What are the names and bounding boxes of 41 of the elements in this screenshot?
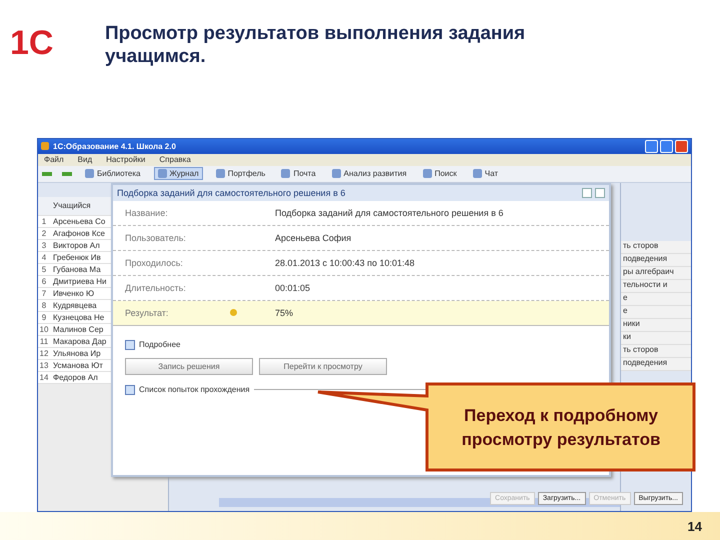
field-value: 00:01:05	[275, 282, 310, 293]
field-value: 75%	[275, 308, 294, 318]
column-header: Учащийся	[52, 201, 91, 210]
callout-text: Переход к подробному просмотру результатов	[460, 405, 662, 451]
row-number: 12	[38, 348, 50, 358]
student-name: Викторов Ал	[52, 240, 100, 250]
row-number: 2	[40, 228, 48, 238]
student-name: Макарова Дар	[52, 336, 106, 346]
window-title: 1С:Образование 4.1. Школа 2.0	[53, 142, 177, 151]
row-number: 9	[40, 312, 48, 322]
student-name: Малинов Сер	[52, 324, 104, 334]
student-name: Губанова Ма	[52, 264, 101, 274]
row-number: 13	[38, 360, 50, 370]
student-name: Арсеньева Со	[52, 216, 106, 226]
row-number: 7	[40, 288, 48, 298]
row-number: 3	[40, 240, 48, 250]
student-name: Ивченко Ю	[52, 288, 94, 298]
field-label: Название:	[124, 208, 169, 218]
row-number: 10	[38, 324, 50, 334]
student-name: Дмитриева Ни	[52, 276, 106, 286]
row-number: 4	[40, 252, 48, 262]
field-value: Подборка заданий для самостоятельного решения в 6	[275, 208, 504, 218]
field-value: Арсеньева София	[275, 232, 352, 243]
student-name: Кудрявцева	[52, 300, 97, 310]
row-number: 1	[40, 216, 48, 226]
student-name: Федоров Ал	[52, 372, 98, 382]
row-number: 5	[40, 264, 48, 274]
student-name: Усманова Ют	[52, 360, 103, 370]
student-name: Кузнецова Не	[52, 312, 104, 322]
field-value: 28.01.2013 с 10:00:43 по 10:01:48	[275, 258, 414, 268]
row-number: 14	[38, 372, 50, 382]
page-number: 14	[688, 518, 702, 534]
student-name: Ульянова Ир	[52, 348, 101, 358]
student-name: Агафонов Ксе	[52, 228, 106, 238]
dialog-title: Подборка заданий для самостоятельного решения в 6	[117, 188, 346, 198]
slide-title: Просмотр результатов выполнения задания учащимся.	[105, 22, 526, 68]
logo: 1С	[10, 23, 54, 60]
row-number: 6	[40, 276, 48, 286]
row-number: 11	[38, 336, 50, 346]
row-number: 8	[40, 300, 48, 310]
student-name: Гребенюк Ив	[52, 252, 101, 262]
